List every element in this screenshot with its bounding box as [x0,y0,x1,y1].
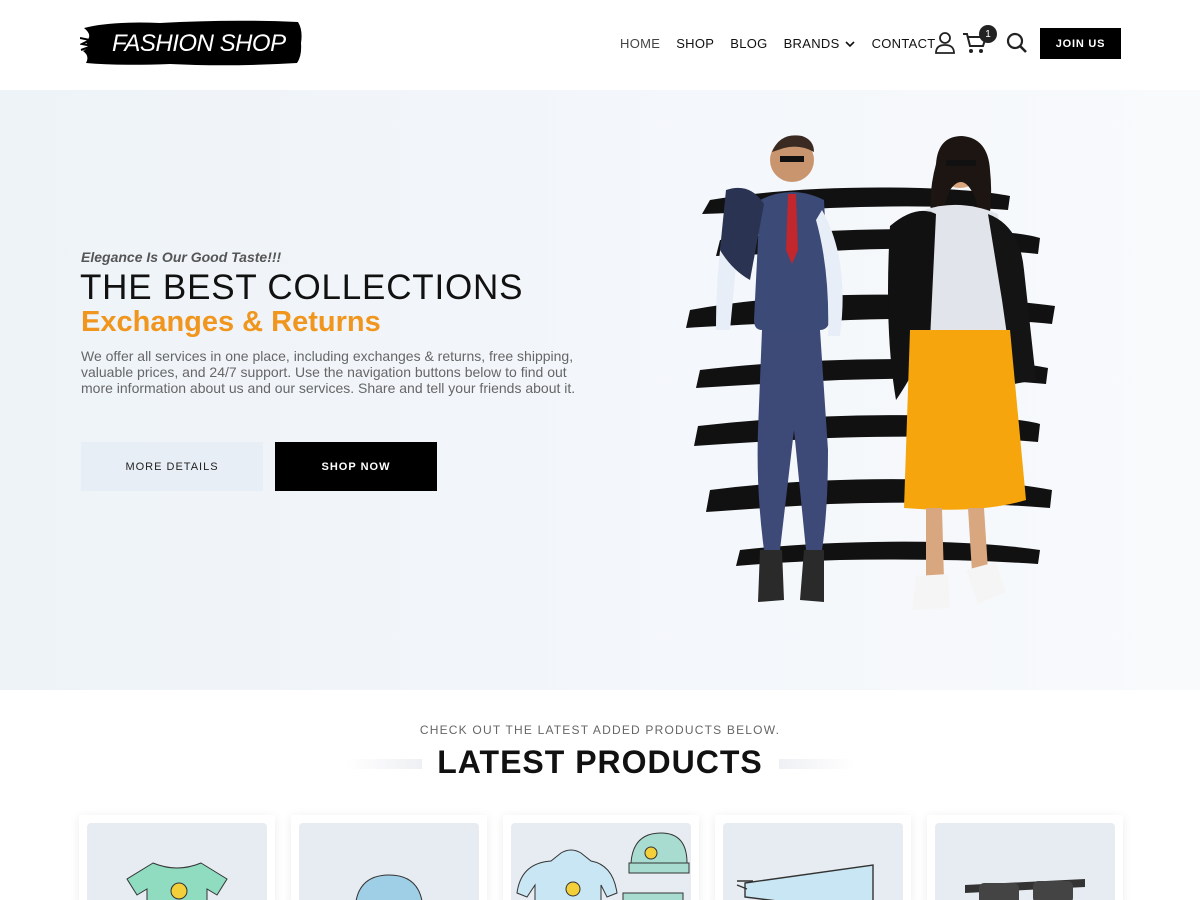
hero-description: We offer all services in one place, incl… [81,348,576,396]
user-icon[interactable] [934,31,956,55]
product-image [299,823,479,900]
logo[interactable]: FASHION SHOP [80,18,304,68]
cart-count-badge: 1 [979,25,997,43]
product-card[interactable] [79,815,275,900]
product-card[interactable] [715,815,911,900]
latest-title: LATEST PRODUCTS [437,744,763,780]
logo-text: FASHION SHOP [112,30,286,57]
more-details-button[interactable]: MORE DETAILS [81,442,263,491]
join-us-button[interactable]: JOIN US [1040,28,1121,59]
product-image [87,823,267,900]
title-divider-right [779,759,856,769]
product-image [723,823,903,900]
nav-brands-label: BRANDS [783,36,840,51]
nav-contact[interactable]: CONTACT [872,36,936,51]
nav-brands[interactable]: BRANDS [784,36,856,51]
hero-title: THE BEST COLLECTIONS [80,268,524,307]
nav-shop[interactable]: SHOP [676,36,714,51]
chevron-down-icon [844,40,855,47]
nav-blog[interactable]: BLOG [730,36,767,51]
latest-kicker: CHECK OUT THE LATEST ADDED PRODUCTS BELO… [419,723,781,737]
hero-tagline: Elegance Is Our Good Taste!!! [81,249,282,265]
product-card[interactable] [291,815,487,900]
product-image [511,823,691,900]
search-icon[interactable] [1006,32,1028,54]
site-header: FASHION SHOP HOME SHOP BLOG BRANDS CONTA… [0,0,1200,90]
shop-now-button[interactable]: SHOP NOW [275,442,437,491]
hero-models-image [686,135,1055,610]
product-card[interactable] [503,815,699,900]
hero-subtitle: Exchanges & Returns [81,306,381,338]
hero-section: Elegance Is Our Good Taste!!! THE BEST C… [0,90,1200,690]
main-nav: HOME SHOP BLOG BRANDS CONTACT [620,36,952,51]
nav-home[interactable]: HOME [620,36,660,51]
product-card[interactable] [927,815,1123,900]
product-image [935,823,1115,900]
